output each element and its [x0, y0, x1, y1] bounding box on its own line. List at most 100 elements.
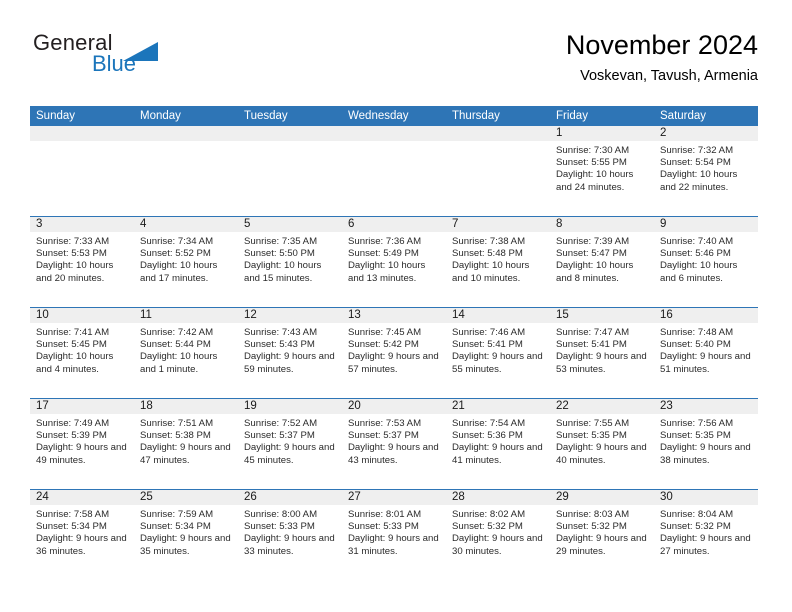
day-cell[interactable]: 3 Sunrise: 7:33 AM Sunset: 5:53 PM Daylight…	[30, 217, 134, 307]
daylight-text: Daylight: 10 hours and 13 minutes.	[348, 260, 426, 284]
daylight-text: Daylight: 10 hours and 1 minute.	[140, 351, 218, 375]
day-cell[interactable]: 8 Sunrise: 7:39 AM Sunset: 5:47 PM Daylight…	[550, 217, 654, 307]
sunset-text: Sunset: 5:52 PM	[140, 248, 211, 260]
sunset-text: Sunset: 5:37 PM	[348, 430, 419, 442]
sunset-text: Sunset: 5:49 PM	[348, 248, 419, 260]
daylight-text: Daylight: 9 hours and 40 minutes.	[556, 442, 647, 466]
day-details: Sunrise: 7:34 AM Sunset: 5:52 PM Daylight:…	[134, 232, 238, 285]
sunset-text: Sunset: 5:50 PM	[244, 248, 315, 260]
day-cell[interactable]: 21 Sunrise: 7:54 AM Sunset: 5:36 PM Dayligh…	[446, 399, 550, 489]
daylight-text: Daylight: 9 hours and 33 minutes.	[244, 533, 335, 557]
sunrise-text: Sunrise: 7:51 AM	[140, 418, 214, 429]
day-cell[interactable]: 14 Sunrise: 7:46 AM Sunset: 5:41 PM Dayligh…	[446, 308, 550, 398]
sunrise-text: Sunrise: 7:40 AM	[660, 236, 734, 247]
sunrise-text: Sunrise: 7:58 AM	[36, 509, 110, 520]
calendar-page: General Blue November 2024 Voskevan, Tav…	[0, 0, 792, 612]
daylight-text: Daylight: 9 hours and 55 minutes.	[452, 351, 543, 375]
day-cell[interactable]: 5 Sunrise: 7:35 AM Sunset: 5:50 PM Daylight…	[238, 217, 342, 307]
day-cell[interactable]: 20 Sunrise: 7:53 AM Sunset: 5:37 PM Dayligh…	[342, 399, 446, 489]
day-number: 3	[30, 217, 134, 232]
day-details: Sunrise: 7:36 AM Sunset: 5:49 PM Daylight:…	[342, 232, 446, 285]
sunrise-text: Sunrise: 7:56 AM	[660, 418, 734, 429]
day-cell[interactable]: 24 Sunrise: 7:58 AM Sunset: 5:34 PM Dayligh…	[30, 490, 134, 580]
sunrise-text: Sunrise: 7:45 AM	[348, 327, 422, 338]
day-details: Sunrise: 7:48 AM Sunset: 5:40 PM Daylight:…	[654, 323, 758, 376]
sunset-text: Sunset: 5:47 PM	[556, 248, 627, 260]
day-number: 18	[134, 399, 238, 414]
sunrise-text: Sunrise: 7:53 AM	[348, 418, 422, 429]
day-cell[interactable]: 2 Sunrise: 7:32 AM Sunset: 5:54 PM Daylight…	[654, 126, 758, 216]
day-cell[interactable]: 4 Sunrise: 7:34 AM Sunset: 5:52 PM Daylight…	[134, 217, 238, 307]
daylight-text: Daylight: 10 hours and 24 minutes.	[556, 169, 634, 193]
sunset-text: Sunset: 5:34 PM	[140, 521, 211, 533]
sunset-text: Sunset: 5:33 PM	[244, 521, 315, 533]
sunset-text: Sunset: 5:46 PM	[660, 248, 731, 260]
daylight-text: Daylight: 9 hours and 30 minutes.	[452, 533, 543, 557]
day-cell[interactable]: 26 Sunrise: 8:00 AM Sunset: 5:33 PM Dayligh…	[238, 490, 342, 580]
sunset-text: Sunset: 5:43 PM	[244, 339, 315, 351]
day-number: 17	[30, 399, 134, 414]
day-cell[interactable]: 7 Sunrise: 7:38 AM Sunset: 5:48 PM Daylight…	[446, 217, 550, 307]
sunrise-text: Sunrise: 7:47 AM	[556, 327, 630, 338]
day-number	[446, 126, 550, 141]
day-details: Sunrise: 7:39 AM Sunset: 5:47 PM Daylight:…	[550, 232, 654, 285]
daylight-text: Daylight: 10 hours and 8 minutes.	[556, 260, 634, 284]
day-cell[interactable]: 23 Sunrise: 7:56 AM Sunset: 5:35 PM Dayligh…	[654, 399, 758, 489]
sunrise-text: Sunrise: 7:46 AM	[452, 327, 526, 338]
sunrise-text: Sunrise: 7:38 AM	[452, 236, 526, 247]
day-details: Sunrise: 8:04 AM Sunset: 5:32 PM Daylight:…	[654, 505, 758, 558]
sunset-text: Sunset: 5:42 PM	[348, 339, 419, 351]
daylight-text: Daylight: 9 hours and 27 minutes.	[660, 533, 751, 557]
day-cell[interactable]: 10 Sunrise: 7:41 AM Sunset: 5:45 PM Dayligh…	[30, 308, 134, 398]
day-details: Sunrise: 7:42 AM Sunset: 5:44 PM Daylight:…	[134, 323, 238, 376]
day-cell[interactable]: 11 Sunrise: 7:42 AM Sunset: 5:44 PM Dayligh…	[134, 308, 238, 398]
day-cell[interactable]: 13 Sunrise: 7:45 AM Sunset: 5:42 PM Dayligh…	[342, 308, 446, 398]
week-row: 17 Sunrise: 7:49 AM Sunset: 5:39 PM Dayligh…	[30, 398, 758, 489]
week-row: 10 Sunrise: 7:41 AM Sunset: 5:45 PM Dayligh…	[30, 307, 758, 398]
sunset-text: Sunset: 5:55 PM	[556, 157, 627, 169]
day-cell[interactable]: 25 Sunrise: 7:59 AM Sunset: 5:34 PM Dayligh…	[134, 490, 238, 580]
day-cell[interactable]: 16 Sunrise: 7:48 AM Sunset: 5:40 PM Dayligh…	[654, 308, 758, 398]
sunrise-text: Sunrise: 7:41 AM	[36, 327, 110, 338]
week-row: 1 Sunrise: 7:30 AM Sunset: 5:55 PM Daylight…	[30, 126, 758, 216]
calendar-weeks: 1 Sunrise: 7:30 AM Sunset: 5:55 PM Daylight…	[30, 126, 758, 580]
sunset-text: Sunset: 5:32 PM	[660, 521, 731, 533]
daylight-text: Daylight: 9 hours and 35 minutes.	[140, 533, 231, 557]
day-details: Sunrise: 8:02 AM Sunset: 5:32 PM Daylight:…	[446, 505, 550, 558]
day-number: 4	[134, 217, 238, 232]
day-cell[interactable]: 22 Sunrise: 7:55 AM Sunset: 5:35 PM Dayligh…	[550, 399, 654, 489]
day-cell[interactable]: 19 Sunrise: 7:52 AM Sunset: 5:37 PM Dayligh…	[238, 399, 342, 489]
sunrise-text: Sunrise: 7:32 AM	[660, 145, 734, 156]
day-number: 11	[134, 308, 238, 323]
day-details: Sunrise: 7:59 AM Sunset: 5:34 PM Daylight:…	[134, 505, 238, 558]
day-cell[interactable]: 29 Sunrise: 8:03 AM Sunset: 5:32 PM Dayligh…	[550, 490, 654, 580]
sunrise-text: Sunrise: 7:42 AM	[140, 327, 214, 338]
day-details: Sunrise: 8:01 AM Sunset: 5:33 PM Daylight:…	[342, 505, 446, 558]
sunset-text: Sunset: 5:34 PM	[36, 521, 107, 533]
day-cell[interactable]: 27 Sunrise: 8:01 AM Sunset: 5:33 PM Dayligh…	[342, 490, 446, 580]
day-details: Sunrise: 7:53 AM Sunset: 5:37 PM Daylight:…	[342, 414, 446, 467]
day-number: 21	[446, 399, 550, 414]
day-cell[interactable]: 30 Sunrise: 8:04 AM Sunset: 5:32 PM Dayligh…	[654, 490, 758, 580]
day-cell[interactable]: 1 Sunrise: 7:30 AM Sunset: 5:55 PM Daylight…	[550, 126, 654, 216]
sunset-text: Sunset: 5:32 PM	[452, 521, 523, 533]
day-cell[interactable]: 17 Sunrise: 7:49 AM Sunset: 5:39 PM Dayligh…	[30, 399, 134, 489]
day-cell[interactable]: 12 Sunrise: 7:43 AM Sunset: 5:43 PM Dayligh…	[238, 308, 342, 398]
day-cell[interactable]: 6 Sunrise: 7:36 AM Sunset: 5:49 PM Daylight…	[342, 217, 446, 307]
generalblue-logo[interactable]: General Blue	[30, 30, 230, 86]
day-cell[interactable]: 9 Sunrise: 7:40 AM Sunset: 5:46 PM Daylight…	[654, 217, 758, 307]
weekday-sunday: Sunday	[36, 110, 76, 122]
day-details: Sunrise: 7:58 AM Sunset: 5:34 PM Daylight:…	[30, 505, 134, 558]
sunset-text: Sunset: 5:35 PM	[660, 430, 731, 442]
day-cell[interactable]: 18 Sunrise: 7:51 AM Sunset: 5:38 PM Dayligh…	[134, 399, 238, 489]
day-cell[interactable]: 15 Sunrise: 7:47 AM Sunset: 5:41 PM Dayligh…	[550, 308, 654, 398]
weekday-header-row: Sunday Monday Tuesday Wednesday Thursday…	[30, 106, 758, 126]
daylight-text: Daylight: 9 hours and 36 minutes.	[36, 533, 127, 557]
day-cell[interactable]: 28 Sunrise: 8:02 AM Sunset: 5:32 PM Dayligh…	[446, 490, 550, 580]
day-number: 2	[654, 126, 758, 141]
weekday-wednesday: Wednesday	[348, 110, 409, 122]
sunset-text: Sunset: 5:33 PM	[348, 521, 419, 533]
day-number	[238, 126, 342, 141]
day-number: 29	[550, 490, 654, 505]
day-cell-empty	[446, 126, 550, 216]
